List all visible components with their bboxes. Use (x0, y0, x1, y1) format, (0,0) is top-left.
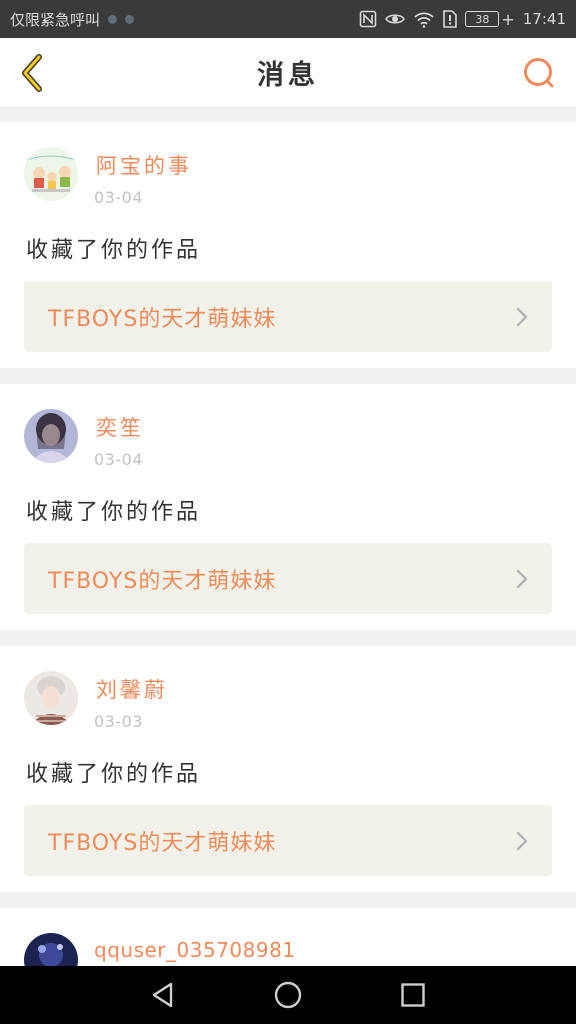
notification-card: 阿宝的事 03-04 收藏了你的作品 TFBOYS的天才萌妹妹 (0, 122, 576, 368)
notification-feed[interactable]: 阿宝的事 03-04 收藏了你的作品 TFBOYS的天才萌妹妹 奕笙 03-04… (0, 108, 576, 966)
notification-card: qquser_035708981 (0, 908, 576, 966)
chevron-left-icon (22, 54, 42, 92)
battery-indicator: 38 (465, 11, 500, 27)
notification-dot-icon (108, 14, 118, 24)
work-link[interactable]: TFBOYS的天才萌妹妹 (24, 543, 552, 614)
notification-card: 刘馨蔚 03-03 收藏了你的作品 TFBOYS的天才萌妹妹 (0, 646, 576, 892)
back-button[interactable] (12, 50, 52, 96)
chevron-right-icon (516, 831, 528, 851)
post-date: 03-03 (94, 712, 143, 731)
notification-dot-icon (125, 14, 135, 24)
notification-card: 奕笙 03-04 收藏了你的作品 TFBOYS的天才萌妹妹 (0, 384, 576, 630)
chevron-right-icon (516, 569, 528, 589)
search-icon (524, 58, 554, 88)
back-triangle-icon (152, 982, 172, 1008)
avatar[interactable] (24, 671, 78, 725)
avatar[interactable] (24, 933, 78, 966)
system-nav-bar (0, 966, 576, 1024)
page-title: 消息 (257, 60, 319, 91)
status-right: 38 + 17:41 (359, 10, 566, 29)
user-name[interactable]: 奕笙 (96, 412, 144, 442)
work-link[interactable]: TFBOYS的天才萌妹妹 (24, 805, 552, 876)
status-left: 仅限紧急呼叫 (10, 9, 135, 30)
avatar[interactable] (24, 409, 78, 463)
user-name[interactable]: 刘馨蔚 (96, 674, 168, 704)
nav-back-button[interactable] (143, 975, 183, 1015)
user-name[interactable]: 阿宝的事 (96, 150, 192, 180)
post-date: 03-04 (94, 188, 143, 207)
wifi-icon (413, 10, 435, 28)
nav-home-button[interactable] (268, 975, 308, 1015)
status-bar: 仅限紧急呼叫 38 + 17:41 (0, 0, 576, 38)
user-name[interactable]: qquser_035708981 (94, 938, 296, 962)
clock: 17:41 (522, 10, 566, 28)
action-text: 收藏了你的作品 (26, 238, 202, 263)
work-title: TFBOYS的天才萌妹妹 (48, 306, 277, 332)
post-date: 03-04 (94, 450, 143, 469)
work-title: TFBOYS的天才萌妹妹 (48, 830, 277, 856)
action-text: 收藏了你的作品 (26, 500, 202, 525)
battery-level: 38 (475, 12, 490, 26)
nfc-icon (359, 10, 377, 28)
charging-plus-icon: + (501, 9, 515, 29)
recents-square-icon (401, 983, 426, 1007)
header: 消息 (0, 38, 576, 108)
eye-icon (385, 11, 406, 27)
work-link[interactable]: TFBOYS的天才萌妹妹 (24, 281, 552, 352)
action-text: 收藏了你的作品 (26, 762, 202, 787)
chevron-right-icon (516, 307, 528, 327)
search-button[interactable] (520, 54, 558, 92)
work-title: TFBOYS的天才萌妹妹 (48, 568, 277, 594)
carrier-text: 仅限紧急呼叫 (10, 10, 101, 29)
home-circle-icon (274, 981, 302, 1009)
avatar[interactable] (24, 147, 78, 201)
nav-recents-button[interactable] (393, 975, 433, 1015)
sim-alert-icon (443, 10, 458, 28)
